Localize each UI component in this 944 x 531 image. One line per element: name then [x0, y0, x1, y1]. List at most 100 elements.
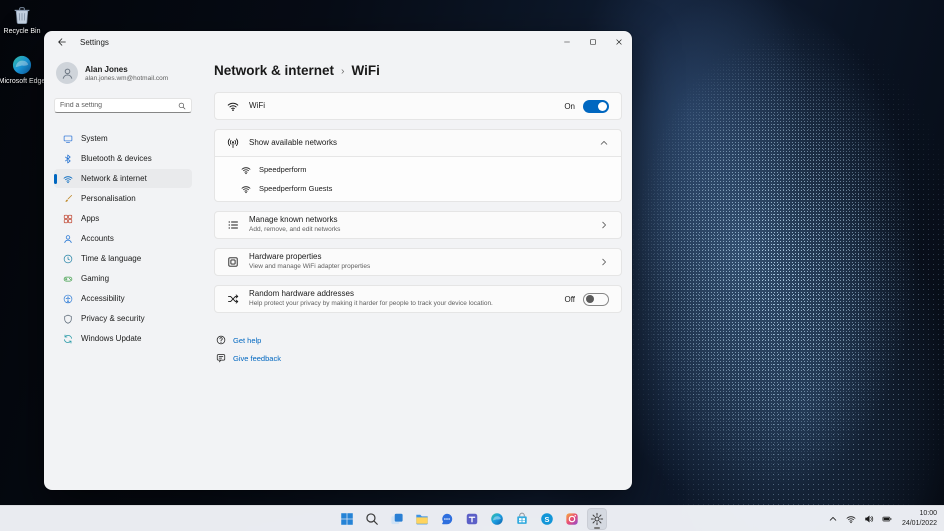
wifi-toggle[interactable]	[583, 99, 609, 113]
folder-icon	[415, 512, 429, 526]
taskbar-skype[interactable]: S	[537, 508, 557, 530]
taskbar-start[interactable]	[337, 508, 357, 530]
wifi-icon	[63, 174, 73, 184]
search-input[interactable]	[60, 102, 174, 109]
sidebar-item-time-language[interactable]: Time & language	[54, 249, 192, 268]
system-icon	[63, 134, 73, 144]
sidebar-item-privacy-security[interactable]: Privacy & security	[54, 309, 192, 328]
brush-icon	[63, 194, 73, 204]
taskbar-edge[interactable]	[487, 508, 507, 530]
settings-content: Network & internet › WiFi WiFi On Show a…	[200, 53, 632, 490]
tray-hidden-icons[interactable]	[827, 513, 839, 525]
breadcrumb-parent[interactable]: Network & internet	[214, 63, 334, 78]
back-button[interactable]	[53, 34, 71, 50]
settings-titlebar: Settings	[44, 31, 632, 53]
manage-known-networks-subtitle: Add, remove, and edit networks	[249, 226, 341, 234]
window-body: Alan Jones alan.jones.wm@hotmail.com Sys…	[44, 53, 632, 490]
show-available-networks-label: Show available networks	[249, 137, 338, 147]
sidebar-item-network-internet[interactable]: Network & internet	[54, 169, 192, 188]
settings-sidebar: Alan Jones alan.jones.wm@hotmail.com Sys…	[44, 53, 200, 490]
hardware-properties-row[interactable]: Hardware properties View and manage WiFi…	[215, 249, 621, 275]
manage-known-networks-card: Manage known networks Add, remove, and e…	[214, 211, 622, 239]
get-help-link[interactable]: Get help	[216, 335, 622, 345]
available-networks-card: Show available networks Speedperform Spee…	[214, 129, 622, 202]
taskbar-clock[interactable]: 10:00 24/01/2022	[902, 509, 939, 528]
taskbar-task-view[interactable]	[387, 508, 407, 530]
wifi-state-label: On	[564, 101, 575, 111]
show-available-networks-header[interactable]: Show available networks	[215, 130, 621, 156]
taskbar-search[interactable]	[362, 508, 382, 530]
chat-icon	[440, 512, 454, 526]
help-links: Get help Give feedback	[214, 335, 622, 363]
taskbar-chat[interactable]	[437, 508, 457, 530]
help-icon	[216, 335, 226, 345]
window-title: Settings	[80, 37, 109, 47]
tray-battery[interactable]	[881, 513, 893, 525]
wifi-toggle-card: WiFi On	[214, 92, 622, 120]
update-icon	[63, 334, 73, 344]
maximize-icon	[589, 38, 597, 46]
maximize-button[interactable]	[580, 31, 606, 53]
taskbar-file-explorer[interactable]	[412, 508, 432, 530]
recycle-bin-icon	[11, 4, 33, 26]
taskbar-teams[interactable]	[462, 508, 482, 530]
sidebar-item-accounts[interactable]: Accounts	[54, 229, 192, 248]
tray-icons	[827, 513, 893, 525]
tray-volume[interactable]	[863, 513, 875, 525]
sidebar-item-system[interactable]: System	[54, 129, 192, 148]
sidebar-item-gaming[interactable]: Gaming	[54, 269, 192, 288]
desktop-icon-recycle-bin[interactable]: Recycle Bin	[0, 4, 46, 36]
manage-known-networks-title: Manage known networks	[249, 215, 338, 225]
sidebar-item-windows-update[interactable]: Windows Update	[54, 329, 192, 348]
chevron-right-icon	[599, 220, 609, 230]
sidebar-item-label: Apps	[81, 214, 100, 223]
bluetooth-icon	[63, 154, 73, 164]
wallpaper-speckle-2	[590, 0, 944, 506]
search-icon	[178, 102, 186, 110]
breadcrumb-current: WiFi	[351, 63, 380, 78]
accessibility-icon	[63, 294, 73, 304]
sidebar-item-label: Personalisation	[81, 194, 136, 203]
taskbar-store[interactable]	[512, 508, 532, 530]
random-hardware-addresses-controls: Off	[564, 292, 609, 306]
available-networks-icon	[227, 137, 239, 149]
photos-icon	[565, 512, 579, 526]
taskbar-photos[interactable]	[562, 508, 582, 530]
wifi-toggle-row: WiFi On	[215, 93, 621, 119]
volume-icon	[864, 514, 874, 524]
random-hardware-addresses-toggle[interactable]	[583, 292, 609, 306]
manage-known-networks-row[interactable]: Manage known networks Add, remove, and e…	[215, 212, 621, 238]
wifi-icon	[846, 514, 856, 524]
tray-network[interactable]	[845, 513, 857, 525]
tb-search-icon	[365, 512, 379, 526]
minimize-button[interactable]	[554, 31, 580, 53]
sidebar-item-accessibility[interactable]: Accessibility	[54, 289, 192, 308]
sidebar-item-label: Gaming	[81, 274, 110, 283]
clock-time: 10:00	[919, 510, 937, 518]
sidebar-item-bluetooth-devices[interactable]: Bluetooth & devices	[54, 149, 192, 168]
settings-cards: WiFi On Show available networks Speedper…	[214, 92, 622, 313]
hardware-icon	[227, 256, 239, 268]
user-account[interactable]: Alan Jones alan.jones.wm@hotmail.com	[54, 58, 192, 88]
close-button[interactable]	[606, 31, 632, 53]
sidebar-item-apps[interactable]: Apps	[54, 209, 192, 228]
system-tray: 10:00 24/01/2022	[827, 506, 939, 531]
desktop-icon-microsoft-edge[interactable]: Microsoft Edge	[0, 54, 46, 86]
person-icon	[63, 234, 73, 244]
give-feedback-link[interactable]: Give feedback	[216, 353, 622, 363]
taskbar-settings[interactable]	[587, 507, 607, 530]
gear-icon	[590, 512, 604, 526]
known-networks-list-icon	[227, 219, 239, 231]
available-network-row[interactable]: Speedperform	[215, 160, 621, 179]
sidebar-item-label: Accessibility	[81, 294, 125, 303]
available-networks-list: Speedperform Speedperform Guests	[215, 156, 621, 201]
store-icon	[515, 512, 529, 526]
sidebar-item-label: System	[81, 134, 108, 143]
edge-icon	[11, 54, 33, 76]
battery-icon	[882, 514, 892, 524]
shuffle-icon	[227, 293, 239, 305]
available-network-row[interactable]: Speedperform Guests	[215, 179, 621, 198]
skype-icon: S	[540, 512, 554, 526]
back-icon	[57, 37, 67, 47]
sidebar-item-personalisation[interactable]: Personalisation	[54, 189, 192, 208]
